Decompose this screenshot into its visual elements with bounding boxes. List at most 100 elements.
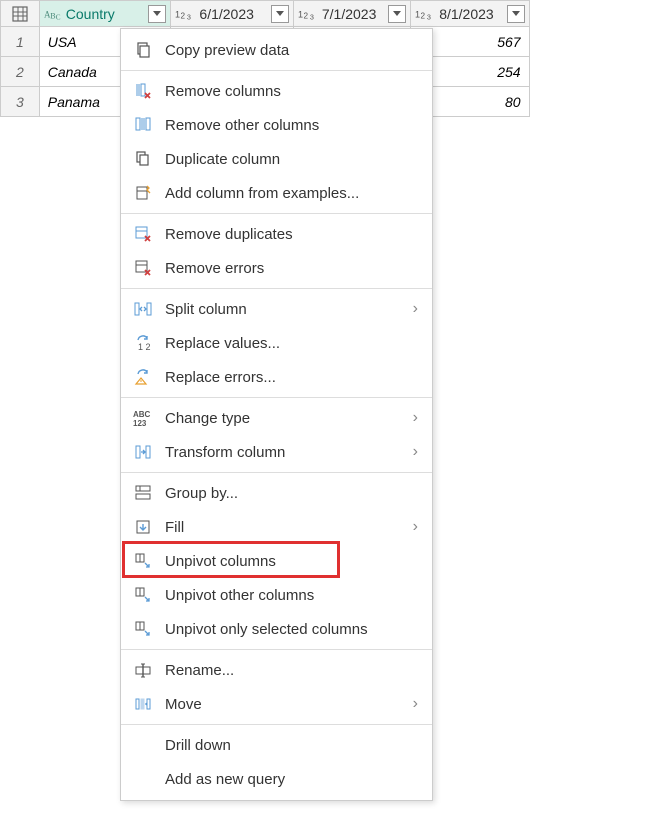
menu-label: Rename... xyxy=(165,662,422,679)
menu-copy-preview-data[interactable]: Copy preview data xyxy=(121,33,432,67)
menu-label: Unpivot other columns xyxy=(165,587,422,604)
menu-label: Unpivot only selected columns xyxy=(165,621,422,638)
column-context-menu: Copy preview data Remove columns Remove … xyxy=(120,28,433,801)
menu-add-as-new-query[interactable]: Add as new query xyxy=(121,762,432,796)
remove-errors-icon xyxy=(131,256,155,280)
menu-label: Replace errors... xyxy=(165,369,422,386)
menu-label: Transform column xyxy=(165,444,413,461)
unpivot-other-icon xyxy=(131,583,155,607)
group-by-icon xyxy=(131,481,155,505)
svg-text:2: 2 xyxy=(421,11,426,20)
menu-split-column[interactable]: Split column › xyxy=(121,292,432,326)
unpivot-selected-icon xyxy=(131,617,155,641)
unpivot-icon xyxy=(131,549,155,573)
chevron-down-icon xyxy=(276,11,284,16)
col-filter-dropdown[interactable] xyxy=(148,5,166,23)
menu-replace-values[interactable]: 1 2 Replace values... xyxy=(121,326,432,360)
col-header-6-1-2023[interactable]: 123 6/1/2023 xyxy=(171,1,293,27)
col-filter-dropdown[interactable] xyxy=(507,5,525,23)
svg-text:ABC: ABC xyxy=(133,410,151,419)
menu-separator xyxy=(121,213,432,214)
svg-text:2: 2 xyxy=(303,11,308,20)
menu-drill-down[interactable]: Drill down xyxy=(121,728,432,762)
copy-icon xyxy=(131,38,155,62)
menu-label: Copy preview data xyxy=(165,42,422,59)
col-header-7-1-2023[interactable]: 123 7/1/2023 xyxy=(293,1,410,27)
menu-remove-errors[interactable]: Remove errors xyxy=(121,251,432,285)
menu-transform-column[interactable]: Transform column › xyxy=(121,435,432,469)
menu-label: Drill down xyxy=(165,737,422,754)
split-column-icon xyxy=(131,297,155,321)
replace-errors-icon xyxy=(131,365,155,389)
svg-text:3: 3 xyxy=(310,12,314,21)
menu-move[interactable]: Move › xyxy=(121,687,432,721)
menu-separator xyxy=(121,649,432,650)
row-number[interactable]: 2 xyxy=(1,57,40,87)
col-title: 8/1/2023 xyxy=(437,6,496,22)
menu-group-by[interactable]: Group by... xyxy=(121,476,432,510)
menu-label: Group by... xyxy=(165,485,422,502)
menu-duplicate-column[interactable]: Duplicate column xyxy=(121,142,432,176)
duplicate-icon xyxy=(131,147,155,171)
menu-unpivot-only-selected-columns[interactable]: Unpivot only selected columns xyxy=(121,612,432,646)
col-filter-dropdown[interactable] xyxy=(271,5,289,23)
svg-text:2: 2 xyxy=(181,11,186,20)
menu-separator xyxy=(121,397,432,398)
menu-remove-duplicates[interactable]: Remove duplicates xyxy=(121,217,432,251)
menu-label: Remove duplicates xyxy=(165,226,422,243)
menu-label: Add as new query xyxy=(165,771,422,788)
col-title: 7/1/2023 xyxy=(320,6,379,22)
menu-label: Unpivot columns xyxy=(165,553,422,570)
menu-rename[interactable]: Rename... xyxy=(121,653,432,687)
menu-label: Remove errors xyxy=(165,260,422,277)
svg-text:3: 3 xyxy=(187,12,191,21)
move-icon xyxy=(131,692,155,716)
replace-values-icon: 1 2 xyxy=(131,331,155,355)
number-type-icon: 123 xyxy=(415,7,435,21)
chevron-down-icon xyxy=(393,11,401,16)
col-header-country[interactable]: ABC Country xyxy=(39,1,171,27)
menu-label: Duplicate column xyxy=(165,151,422,168)
menu-label: Add column from examples... xyxy=(165,185,422,202)
menu-replace-errors[interactable]: Replace errors... xyxy=(121,360,432,394)
text-type-icon: ABC xyxy=(44,7,62,21)
col-header-8-1-2023[interactable]: 123 8/1/2023 xyxy=(411,1,529,27)
header-row: ABC Country 123 6/1/2023 123 7/1/2023 12… xyxy=(1,1,648,27)
menu-label: Change type xyxy=(165,410,413,427)
svg-text:1 2: 1 2 xyxy=(138,342,151,352)
empty-icon xyxy=(131,733,155,757)
change-type-icon: ABC123 xyxy=(131,406,155,430)
menu-change-type[interactable]: ABC123 Change type › xyxy=(121,401,432,435)
svg-text:123: 123 xyxy=(133,419,147,428)
svg-text:1: 1 xyxy=(415,9,420,19)
number-type-icon: 123 xyxy=(298,7,318,21)
menu-remove-other-columns[interactable]: Remove other columns xyxy=(121,108,432,142)
rename-icon xyxy=(131,658,155,682)
menu-separator xyxy=(121,288,432,289)
col-title: 6/1/2023 xyxy=(197,6,256,22)
remove-duplicates-icon xyxy=(131,222,155,246)
submenu-arrow-icon: › xyxy=(413,695,422,713)
submenu-arrow-icon: › xyxy=(413,518,422,536)
row-number[interactable]: 3 xyxy=(1,87,40,117)
menu-label: Remove other columns xyxy=(165,117,422,134)
menu-label: Remove columns xyxy=(165,83,422,100)
menu-remove-columns[interactable]: Remove columns xyxy=(121,74,432,108)
submenu-arrow-icon: › xyxy=(413,409,422,427)
table-icon xyxy=(11,5,29,23)
menu-add-column-from-examples[interactable]: Add column from examples... xyxy=(121,176,432,210)
menu-fill[interactable]: Fill › xyxy=(121,510,432,544)
svg-text:1: 1 xyxy=(175,9,180,19)
menu-label: Move xyxy=(165,696,413,713)
transform-column-icon xyxy=(131,440,155,464)
select-all-corner[interactable] xyxy=(1,1,40,27)
menu-unpivot-columns[interactable]: Unpivot columns xyxy=(121,544,432,578)
row-number[interactable]: 1 xyxy=(1,27,40,57)
menu-unpivot-other-columns[interactable]: Unpivot other columns xyxy=(121,578,432,612)
fill-icon xyxy=(131,515,155,539)
number-type-icon: 123 xyxy=(175,7,195,21)
menu-label: Split column xyxy=(165,301,413,318)
menu-label: Replace values... xyxy=(165,335,422,352)
col-title: Country xyxy=(64,6,117,22)
col-filter-dropdown[interactable] xyxy=(388,5,406,23)
